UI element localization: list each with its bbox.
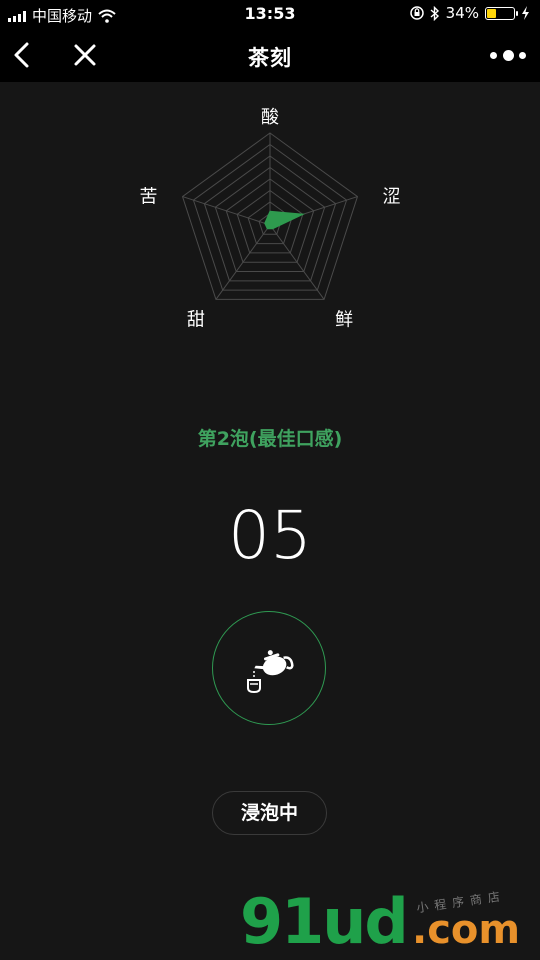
pour-tea-button[interactable] bbox=[212, 611, 326, 725]
radar-axis-label: 苦 bbox=[140, 187, 158, 208]
navbar: 茶刻 bbox=[0, 28, 540, 82]
radar-axis-label: 酸 bbox=[261, 107, 279, 128]
steeping-status-badge: 浸泡中 bbox=[212, 791, 327, 835]
page-title: 茶刻 bbox=[248, 46, 292, 70]
watermark-domain: .com bbox=[412, 907, 521, 953]
watermark-logo: 91ud 小程序商店 .com bbox=[240, 885, 540, 960]
watermark-main: 91ud bbox=[240, 885, 409, 958]
radar-axis bbox=[182, 196, 271, 226]
orientation-lock-icon bbox=[409, 6, 424, 20]
bluetooth-icon bbox=[430, 5, 439, 21]
brew-stage-label: 第2泡(最佳口感) bbox=[197, 428, 343, 450]
radar-axis-label: 鲜 bbox=[335, 309, 353, 330]
radar-axis-label: 甜 bbox=[187, 309, 205, 330]
charging-icon bbox=[522, 6, 529, 20]
radar-value-area bbox=[264, 210, 306, 230]
radar-axis-label: 涩 bbox=[382, 187, 400, 208]
steep-timer: 05 bbox=[228, 497, 312, 574]
status-bar: 中国移动 13:53 34% bbox=[0, 0, 540, 28]
more-dots-icon[interactable] bbox=[490, 46, 526, 64]
flavor-radar-chart: 酸涩鲜 甜 苦 bbox=[140, 107, 401, 330]
battery-percent: 34% bbox=[445, 4, 479, 22]
teapot-pour-icon bbox=[247, 650, 294, 694]
status-right: 34% bbox=[409, 4, 530, 22]
battery-icon bbox=[485, 6, 518, 20]
